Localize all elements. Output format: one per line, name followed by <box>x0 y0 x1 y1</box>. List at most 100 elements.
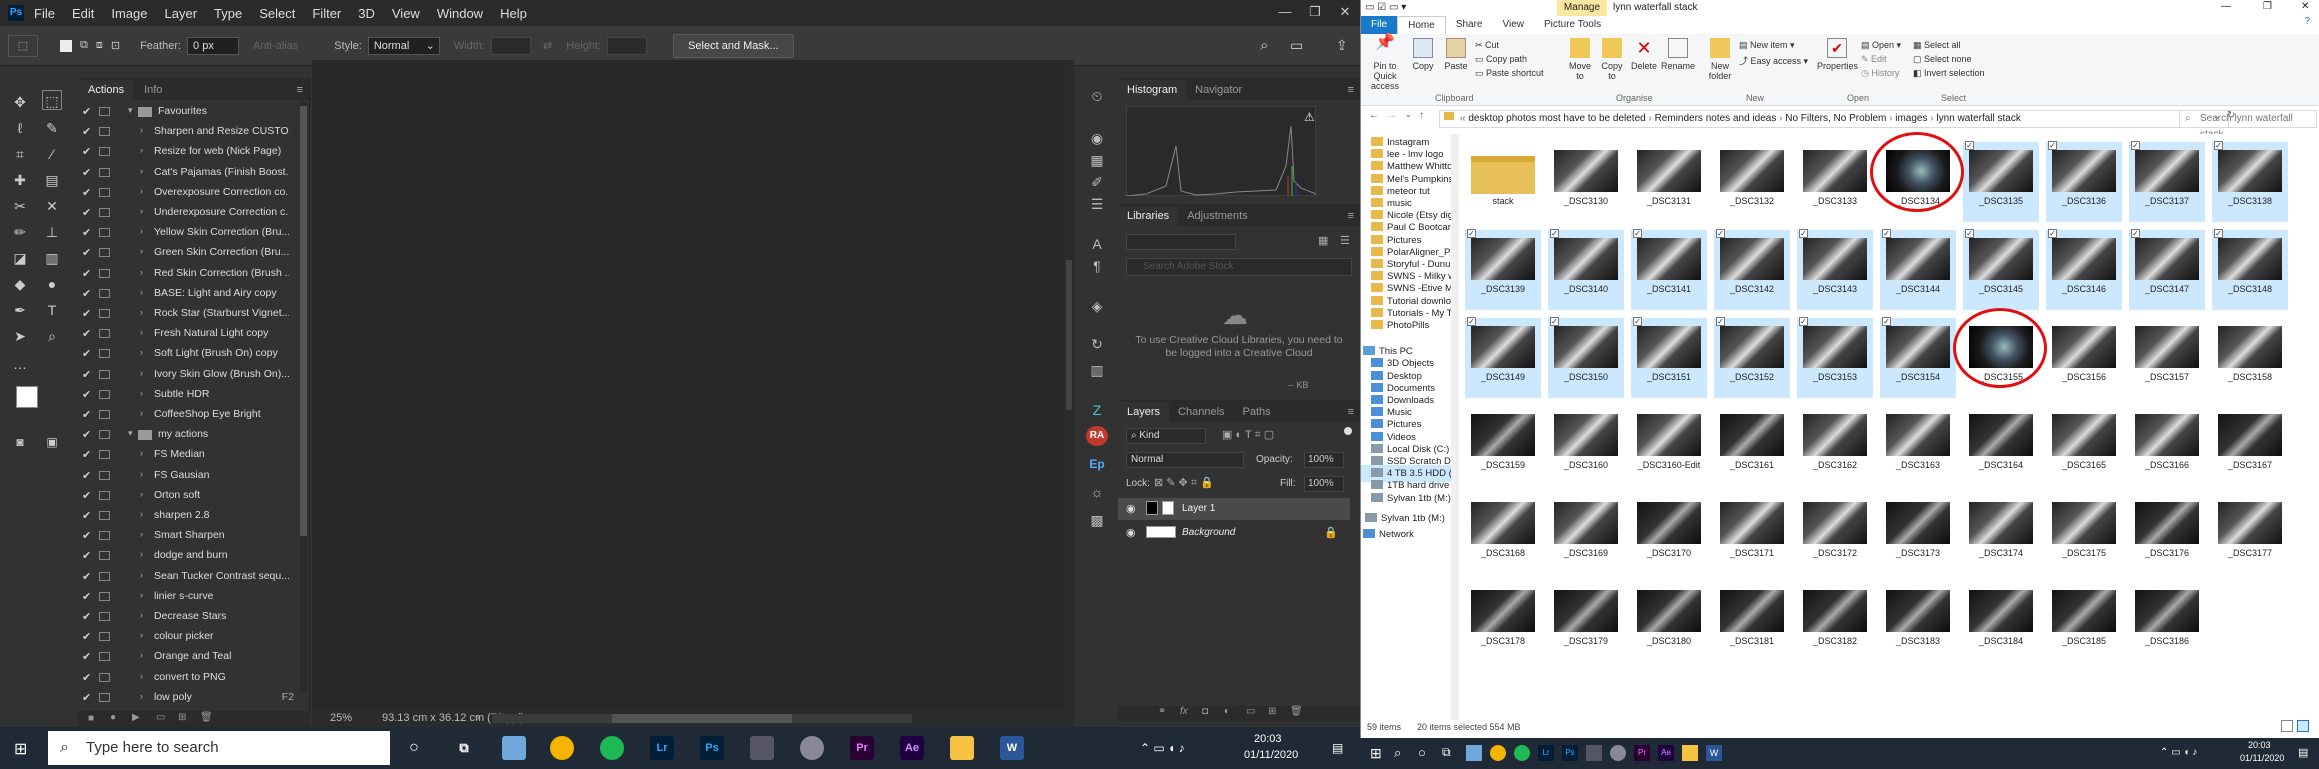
link-icon[interactable]: ⚭ <box>1158 706 1166 717</box>
width-input[interactable] <box>491 36 531 55</box>
file-tile[interactable]: _DSC3130 <box>1548 142 1624 222</box>
zoom-tool-icon[interactable]: ⌕ <box>42 326 62 346</box>
add-selection-icon[interactable]: ⧉ <box>80 39 88 52</box>
expand-icon[interactable]: › <box>140 206 143 216</box>
photoshop-taskbar-icon[interactable]: Ps <box>1562 745 1578 761</box>
file-tile[interactable]: ✓ _DSC3142 <box>1714 229 1790 310</box>
action-toggle-checkbox[interactable]: ✔ <box>82 610 94 623</box>
foreground-color-swatch[interactable] <box>16 386 38 408</box>
action-item[interactable]: ✔ › Cat's Pajamas (Finish Boost... <box>78 163 300 183</box>
action-toggle-checkbox[interactable]: ✔ <box>82 186 94 199</box>
new-layer-icon[interactable]: ⊞ <box>1268 706 1276 717</box>
quick-select-tool-icon[interactable]: ✎ <box>42 118 62 138</box>
expand-icon[interactable]: › <box>140 590 143 600</box>
file-tile[interactable]: ✓ _DSC3137 <box>2129 141 2205 222</box>
expand-icon[interactable]: › <box>140 630 143 640</box>
menu-window[interactable]: Window <box>437 6 483 21</box>
tab-home[interactable]: Home <box>1397 16 1446 34</box>
timeline-icon[interactable]: ↻ <box>1086 334 1108 354</box>
select-checkbox[interactable]: ✓ <box>2214 229 2223 238</box>
grid-view-icon[interactable]: ▦ <box>1318 234 1328 247</box>
style-select[interactable]: Normal ⌄ <box>367 36 440 55</box>
select-all-button[interactable]: ▦ Select all <box>1913 40 1961 51</box>
file-tile[interactable]: _DSC3131 <box>1631 142 1707 222</box>
file-tile[interactable]: _DSC3133 <box>1797 142 1873 222</box>
tab-picture-tools[interactable]: Picture Tools <box>1534 16 1611 34</box>
eye-icon[interactable]: ◉ <box>1126 502 1136 515</box>
trash-icon[interactable]: 🗑 <box>1290 706 1303 717</box>
menu-3d[interactable]: 3D <box>358 6 375 21</box>
panel-menu-icon[interactable]: ≡ <box>1348 406 1354 422</box>
select-checkbox[interactable]: ✓ <box>1716 229 1725 238</box>
easy-access-button[interactable]: ⤴ Easy access ▾ <box>1739 54 1808 67</box>
action-toggle-checkbox[interactable]: ✔ <box>82 307 94 320</box>
select-checkbox[interactable]: ✓ <box>1799 229 1808 238</box>
select-checkbox[interactable]: ✓ <box>1882 317 1891 326</box>
expand-icon[interactable]: › <box>140 125 143 135</box>
expand-icon[interactable]: › <box>140 549 143 559</box>
select-none-button[interactable]: ▢ Select none <box>1913 54 1972 65</box>
action-toggle-checkbox[interactable]: ✔ <box>82 347 94 360</box>
notification-icon[interactable]: ▤ <box>1332 741 1343 755</box>
fill-input[interactable]: 100% <box>1304 476 1344 492</box>
expand-icon[interactable]: › <box>140 388 143 398</box>
brush-tool-icon[interactable]: ✏ <box>10 222 30 242</box>
action-toggle-checkbox[interactable]: ✔ <box>82 691 94 704</box>
quick-mask-icon[interactable]: ◙ <box>10 432 30 452</box>
dialog-toggle-icon[interactable] <box>99 329 110 339</box>
clock-date[interactable]: 01/11/2020 <box>1244 749 1298 761</box>
windows-start-icon[interactable]: ⊞ <box>14 739 27 759</box>
tab-libraries[interactable]: Libraries <box>1118 206 1179 226</box>
file-tile[interactable]: _DSC3159 <box>1465 406 1541 486</box>
action-item[interactable]: ✔ › Soft Light (Brush On) copy <box>78 344 300 364</box>
file-tile[interactable]: ✓ _DSC3147 <box>2129 229 2205 310</box>
feather-input[interactable]: 0 px <box>187 36 240 55</box>
dialog-toggle-icon[interactable] <box>99 268 110 278</box>
tab-adjustments[interactable]: Adjustments <box>1178 206 1257 226</box>
expand-icon[interactable]: › <box>140 469 143 479</box>
expand-icon[interactable]: › <box>140 671 143 681</box>
share-icon[interactable]: ⇪ <box>1336 37 1348 54</box>
file-tile[interactable]: _DSC3177 <box>2212 494 2288 574</box>
mask-icon[interactable]: ◘ <box>1202 706 1208 717</box>
action-item[interactable]: ✔ › Ivory Skin Glow (Brush On)... <box>78 365 300 385</box>
canvas-vertical-scrollbar[interactable] <box>1064 60 1074 710</box>
file-tile[interactable]: _DSC3157 <box>2129 318 2205 398</box>
address-bar[interactable]: « desktop photos most have to be deleted… <box>1439 110 2229 128</box>
move-tool-icon[interactable]: ✥ <box>10 92 30 112</box>
file-tile[interactable]: _DSC3181 <box>1714 582 1790 662</box>
clock-time[interactable]: 20:03 <box>1254 733 1282 745</box>
file-tile[interactable]: ✓ _DSC3145 <box>1963 229 2039 310</box>
file-tile[interactable]: ✓ _DSC3139 <box>1465 229 1541 310</box>
details-view-icon[interactable] <box>2281 720 2293 732</box>
patch-tool-icon[interactable]: ▤ <box>42 170 62 190</box>
copy-to-button[interactable]: Copy to <box>1597 38 1627 81</box>
tab-share[interactable]: Share <box>1446 16 1493 34</box>
select-checkbox[interactable]: ✓ <box>1467 229 1476 238</box>
dialog-toggle-icon[interactable] <box>99 632 110 642</box>
dialog-toggle-icon[interactable] <box>99 511 110 520</box>
history-button[interactable]: ◷ History <box>1861 68 1899 79</box>
actions-scrollbar[interactable] <box>300 102 307 692</box>
menu-view[interactable]: View <box>392 6 420 21</box>
action-toggle-checkbox[interactable]: ✔ <box>82 469 94 482</box>
character-icon[interactable]: A <box>1086 234 1108 254</box>
lasso-tool-icon[interactable]: ℓ <box>10 118 30 138</box>
recent-icon[interactable]: ⌄ <box>1405 110 1412 119</box>
search-input[interactable]: ⌕Search lynn waterfall stack <box>2179 110 2317 140</box>
expand-icon[interactable]: › <box>140 186 143 196</box>
move-to-button[interactable]: Move to <box>1565 38 1595 81</box>
menu-filter[interactable]: Filter <box>312 6 341 21</box>
select-checkbox[interactable]: ✓ <box>2131 141 2140 150</box>
plugin-icon[interactable]: ☼ <box>1086 482 1108 502</box>
action-toggle-checkbox[interactable]: ✔ <box>82 489 94 502</box>
menu-help[interactable]: Help <box>500 6 527 21</box>
panel-menu-icon[interactable]: ≡ <box>1348 210 1354 226</box>
action-item[interactable]: ✔ › Yellow Skin Correction (Bru... <box>78 223 300 243</box>
file-tile[interactable]: _DSC3166 <box>2129 406 2205 486</box>
file-tile[interactable]: ✓ _DSC3154 <box>1880 317 1956 398</box>
file-tile[interactable]: ✓ _DSC3152 <box>1714 317 1790 398</box>
action-toggle-checkbox[interactable]: ✔ <box>82 287 94 300</box>
record-icon[interactable]: ● <box>110 712 116 723</box>
action-toggle-checkbox[interactable]: ✔ <box>82 246 94 259</box>
